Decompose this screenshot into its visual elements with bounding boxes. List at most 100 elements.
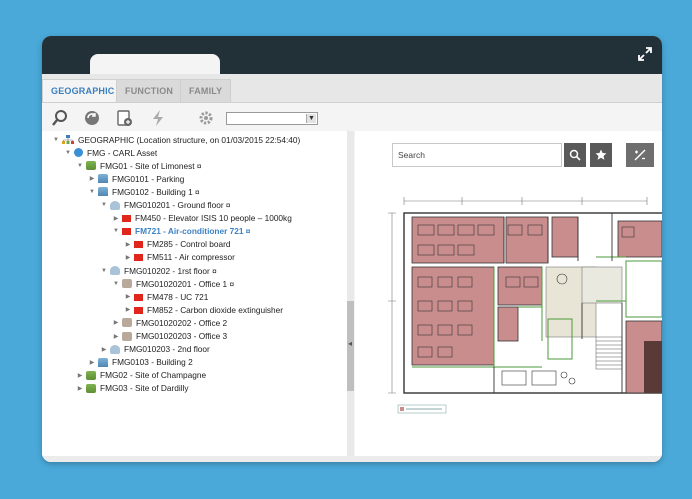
fit-plan-button[interactable] [626, 143, 654, 167]
expand-arrow-icon[interactable]: ▶ [124, 241, 132, 248]
tab-function[interactable]: FUNCTION [116, 79, 183, 102]
location-tree: ▼ GEOGRAPHIC (Location structure, on 01/0… [42, 131, 348, 456]
tree-item[interactable]: ▶ FMG01020202 - Office 2 [112, 316, 227, 329]
expand-arrow-icon[interactable]: ▶ [124, 306, 132, 313]
tree-item-label: FMG010202 - 1rst floor ¤ [124, 265, 217, 276]
room[interactable] [411, 216, 505, 264]
tree-item[interactable]: ▶ FMG010203 - 2nd floor [100, 343, 210, 356]
tree-item[interactable]: ▶ FMG0103 - Building 2 [88, 356, 193, 369]
tree-item-label: FMG0101 - Parking [112, 173, 185, 184]
room[interactable] [644, 341, 662, 393]
tree-item[interactable]: ▶ FM852 - Carbon dioxide extinguisher [124, 303, 283, 316]
refresh-icon[interactable] [82, 108, 102, 128]
equipment-icon [134, 306, 143, 314]
tree-toolbar: ▼ [42, 103, 352, 131]
office-icon [122, 331, 132, 341]
expand-arrow-icon[interactable]: ▶ [88, 175, 96, 182]
gear-icon[interactable] [196, 108, 216, 128]
collapse-icon[interactable]: ▼ [64, 150, 72, 156]
tree-item[interactable]: ▶ FMG03 - Site of Dardilly [76, 382, 189, 395]
panel-splitter[interactable]: ◂ [347, 131, 354, 456]
collapse-icon[interactable]: ▼ [112, 228, 120, 234]
tree-item[interactable]: ▼ FMG - CARL Asset [64, 146, 157, 159]
tree-item[interactable]: ▼ FMG010201 - Ground floor ¤ [100, 199, 231, 212]
equipment-icon [134, 254, 143, 262]
tree-item[interactable]: ▶ FMG02 - Site of Champagne [76, 369, 206, 382]
expand-arrow-icon[interactable]: ▶ [112, 319, 120, 326]
equipment-icon [122, 228, 131, 236]
tree-item-label: FMG010201 - Ground floor ¤ [124, 200, 231, 210]
new-document-icon[interactable] [114, 108, 134, 128]
status-strip [42, 456, 662, 462]
expand-arrow-icon[interactable]: ▶ [100, 346, 108, 353]
tree-item[interactable]: ▶ FM478 - UC 721 [124, 290, 209, 303]
globe-icon [74, 148, 83, 158]
tree-item[interactable]: ▼ FMG01020201 - Office 1 ¤ [112, 277, 234, 290]
room[interactable] [505, 216, 549, 264]
collapse-icon[interactable]: ▼ [100, 268, 108, 274]
tree-item-label: FMG02 - Site of Champagne [100, 370, 207, 381]
favorite-button[interactable] [590, 143, 612, 167]
tree-item-label: FMG03 - Site of Dardilly [100, 383, 189, 394]
plan-search-input[interactable]: Search [392, 143, 562, 167]
expand-arrow-icon[interactable]: ▶ [124, 293, 132, 300]
title-bar [42, 36, 662, 74]
tree-item-label: FMG0102 - Building 1 ¤ [112, 186, 200, 197]
room[interactable] [617, 220, 662, 258]
collapse-icon[interactable]: ▼ [52, 137, 60, 143]
fit-plan-icon [634, 149, 646, 161]
expand-arrow-icon[interactable]: ▶ [88, 359, 96, 366]
org-chart-icon [62, 135, 74, 144]
tree-item[interactable]: ▶ FM511 - Air compressor [124, 251, 235, 264]
lightning-icon[interactable] [148, 108, 168, 128]
plan-search-button[interactable] [564, 143, 586, 167]
tree-item-label: FM852 - Carbon dioxide extinguisher [147, 304, 284, 315]
tree-item-label: FM511 - Air compressor [147, 252, 235, 263]
tree-item[interactable]: ▼ FM721 - Air-conditioner 721 ¤ [112, 225, 250, 238]
expand-icon[interactable] [637, 46, 653, 62]
tab-geographic[interactable]: GEOGRAPHIC [42, 79, 124, 102]
equipment-icon [122, 215, 131, 223]
tree-item-label: FMG010203 - 2nd floor [124, 344, 210, 355]
tree-item-label: FMG01020203 - Office 3 [136, 331, 228, 341]
floor-icon [110, 200, 120, 210]
tree-item-label: FMG01020202 - Office 2 [136, 317, 228, 328]
tree-item[interactable]: ▶ FMG0101 - Parking [88, 172, 185, 185]
chevron-down-icon[interactable]: ▼ [306, 114, 316, 123]
tree-item-label: FMG0103 - Building 2 [112, 357, 193, 368]
tree-item[interactable]: ▼ GEOGRAPHIC (Location structure, on 01/0… [52, 133, 300, 146]
collapse-icon[interactable]: ▼ [88, 189, 96, 195]
plan-viewer: Search [355, 131, 662, 456]
tree-item[interactable]: ▼ FMG01 - Site of Limonest ¤ [76, 159, 201, 172]
expand-arrow-icon[interactable]: ▶ [112, 215, 120, 222]
floor-icon [110, 344, 120, 354]
collapse-icon[interactable]: ▼ [100, 202, 108, 208]
filter-select[interactable]: ▼ [226, 112, 318, 125]
tab-family[interactable]: FAMILY [180, 79, 232, 102]
collapse-arrow-icon[interactable]: ◂ [348, 339, 352, 348]
collapse-icon[interactable]: ▼ [112, 281, 120, 287]
tree-item[interactable]: ▶ FM450 - Elevator ISIS 10 people – 1000k… [112, 212, 292, 225]
expand-arrow-icon[interactable]: ▶ [76, 385, 84, 392]
expand-arrow-icon[interactable]: ▶ [76, 372, 84, 379]
splitter-handle[interactable]: ◂ [347, 301, 354, 391]
room[interactable] [497, 306, 519, 342]
floor-icon [110, 266, 120, 275]
tree-item[interactable]: ▼ FMG010202 - 1rst floor ¤ [100, 264, 217, 277]
building-icon [98, 187, 108, 197]
expand-arrow-icon[interactable]: ▶ [124, 254, 132, 261]
room[interactable] [411, 266, 495, 366]
floor-plan[interactable] [382, 191, 662, 451]
tree-item[interactable]: ▶ FM285 - Control board [124, 238, 231, 251]
tree-item[interactable]: ▼ FMG0102 - Building 1 ¤ [88, 185, 200, 198]
collapse-icon[interactable]: ▼ [76, 163, 84, 169]
room[interactable] [551, 216, 579, 258]
tree-item-label: FM285 - Control board [147, 239, 231, 250]
tree-item[interactable]: ▶ FMG01020203 - Office 3 [112, 330, 227, 343]
tree-item-label: GEOGRAPHIC (Location structure, on 01/03… [78, 134, 301, 145]
search-icon[interactable] [50, 108, 70, 128]
tree-item-label: FM721 - Air-conditioner 721 ¤ [135, 226, 251, 237]
expand-arrow-icon[interactable]: ▶ [112, 333, 120, 340]
star-icon [595, 149, 607, 160]
tab-bar: GEOGRAPHIC FUNCTION FAMILY [42, 74, 662, 103]
